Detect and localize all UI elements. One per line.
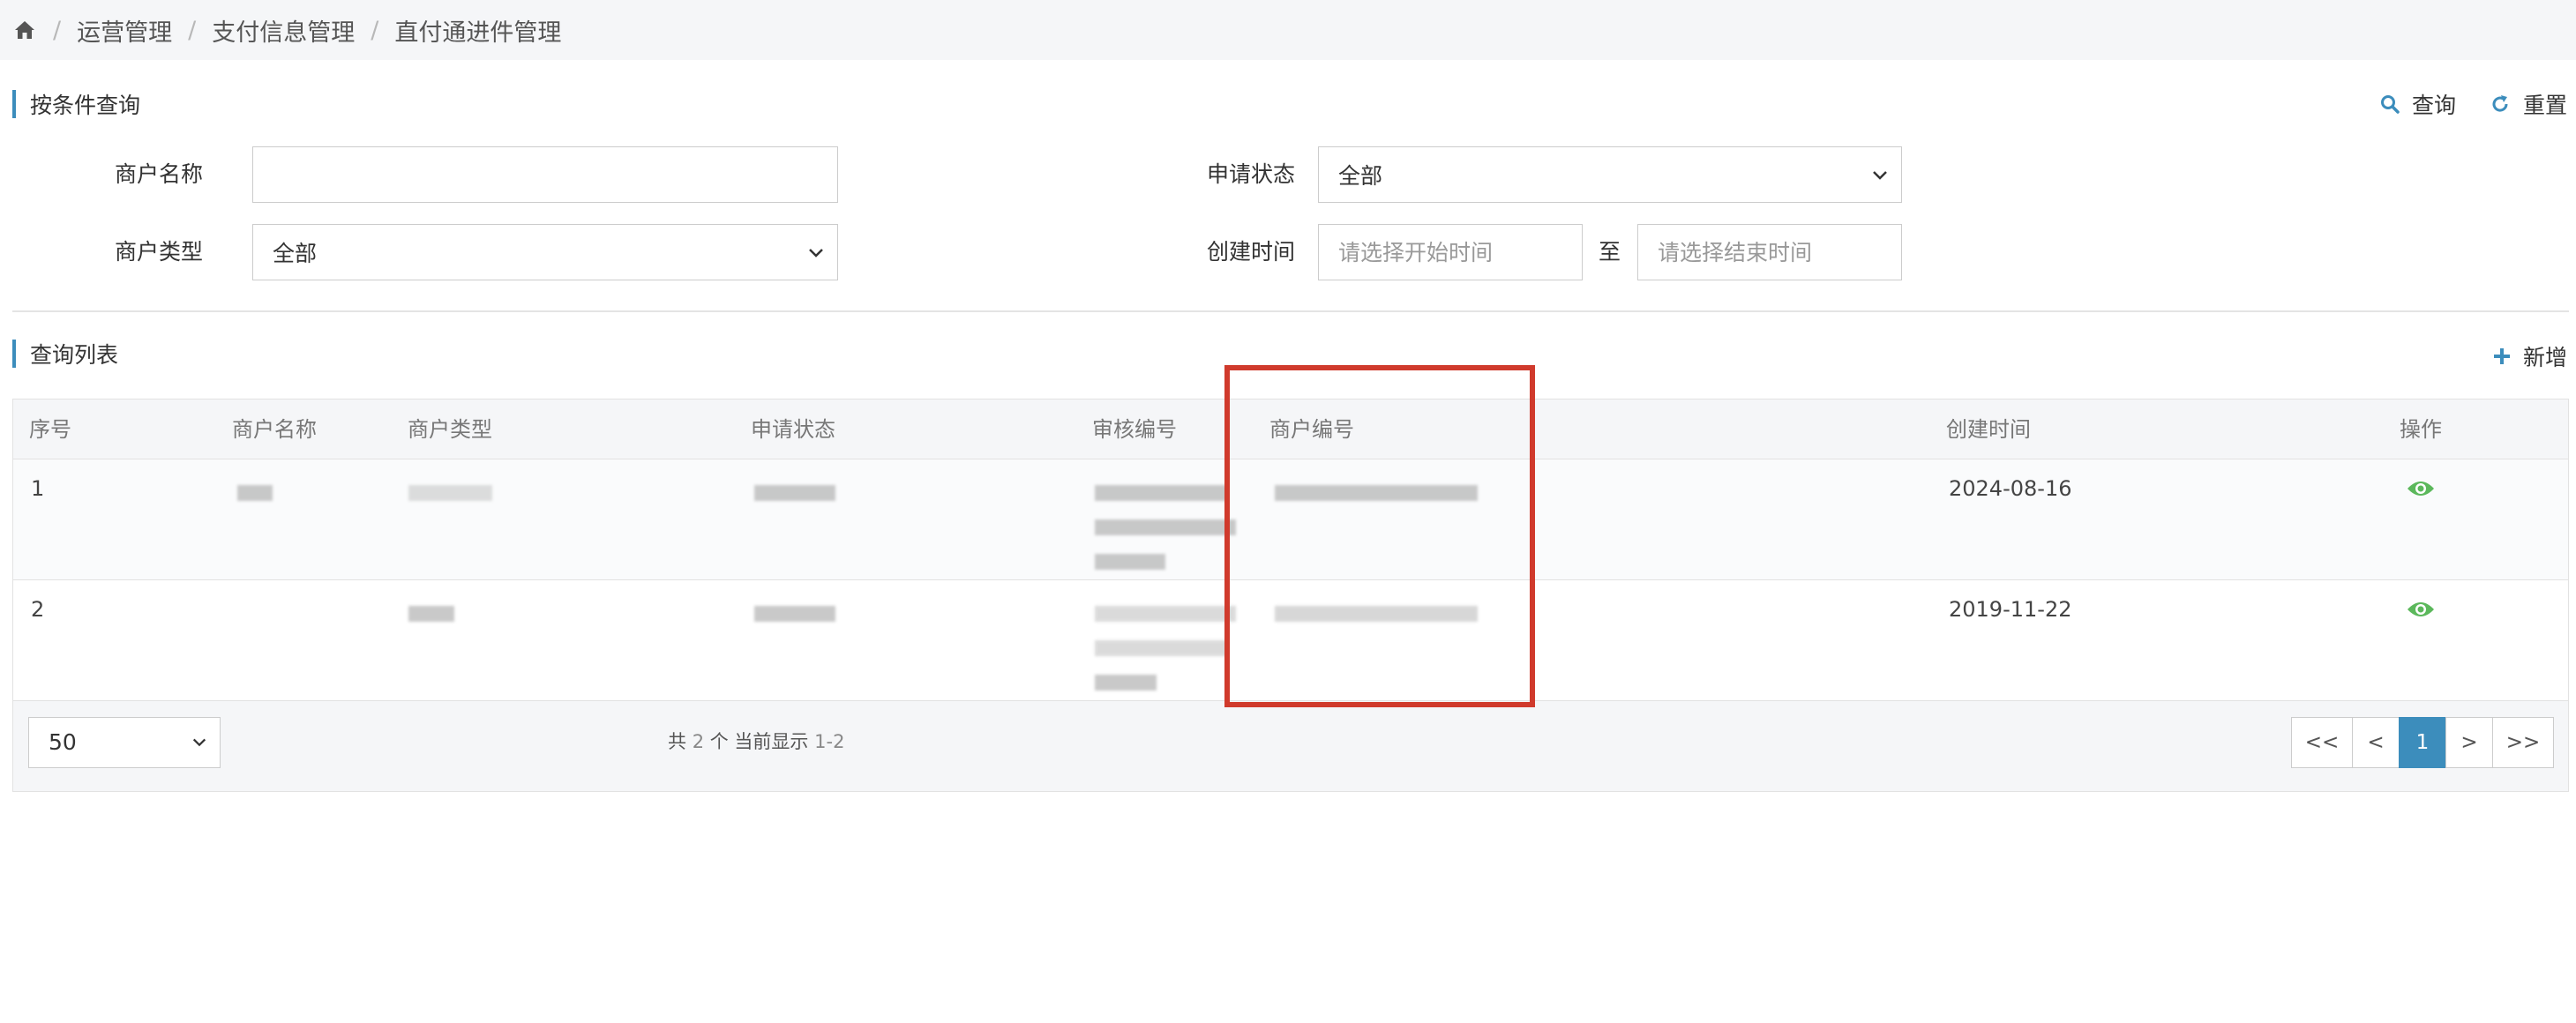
breadcrumb-separator: /	[188, 16, 197, 44]
list-actions: 新增	[2460, 340, 2567, 372]
reset-label: 重置	[2522, 93, 2567, 118]
list-section-title: 查询列表	[30, 342, 119, 368]
end-time-input[interactable]	[1658, 225, 1901, 280]
breadcrumb-separator: /	[53, 16, 62, 44]
plus-icon	[2493, 348, 2510, 364]
cell-merchant-type-redacted	[408, 481, 492, 507]
record-count: 共 2 个 当前显示 1-2	[668, 728, 844, 754]
reset-button[interactable]: 重置	[2490, 88, 2567, 120]
page-first-button[interactable]: <<	[2291, 717, 2353, 768]
merchant-name-label: 商户名称	[115, 161, 204, 187]
count-total: 2	[692, 731, 705, 752]
page-last-button[interactable]: >>	[2492, 717, 2554, 768]
create-time-label: 创建时间	[1207, 239, 1296, 265]
merchant-type-value: 全部	[273, 241, 318, 266]
count-mid: 个 当前显示	[709, 731, 809, 752]
cell-index: 2	[31, 597, 45, 622]
col-merchant-type: 商户类型	[408, 417, 492, 442]
col-action: 操作	[2400, 417, 2442, 442]
breadcrumb-item-current: 直付通进件管理	[394, 19, 562, 47]
merchant-type-label: 商户类型	[115, 239, 204, 265]
chevron-down-icon	[192, 738, 206, 747]
col-apply-status: 申请状态	[751, 417, 835, 442]
chevron-down-icon	[809, 249, 823, 258]
section-divider	[12, 310, 2569, 312]
cell-created: 2019-11-22	[1949, 597, 2072, 622]
search-section-header: 按条件查询	[12, 89, 140, 119]
search-actions: 查询 重置	[2347, 88, 2567, 120]
home-icon[interactable]	[14, 20, 35, 40]
count-prefix: 共	[668, 731, 686, 752]
col-index: 序号	[29, 417, 71, 442]
apply-status-value: 全部	[1338, 163, 1383, 189]
col-audit-no: 审核编号	[1092, 417, 1177, 442]
cell-audit-no-redacted	[1095, 601, 1236, 697]
apply-status-label: 申请状态	[1207, 161, 1296, 187]
breadcrumb: / 运营管理 / 支付信息管理 / 直付通进件管理	[0, 0, 2576, 60]
col-merchant-name: 商户名称	[232, 417, 317, 442]
start-time-field[interactable]	[1318, 224, 1583, 280]
query-button[interactable]: 查询	[2380, 88, 2456, 120]
pagination: << < 1 > >>	[2291, 717, 2554, 768]
eye-icon[interactable]	[2407, 600, 2435, 619]
to-label: 至	[1599, 239, 1621, 265]
add-button[interactable]: 新增	[2493, 340, 2567, 372]
end-time-field[interactable]	[1637, 224, 1902, 280]
section-accent-bar	[12, 90, 16, 118]
annotation-highlight-box	[1224, 365, 1535, 707]
cell-index: 1	[31, 476, 45, 501]
cell-apply-status-redacted	[754, 481, 835, 507]
chevron-down-icon	[1873, 171, 1887, 180]
apply-status-select[interactable]: 全部	[1318, 146, 1902, 203]
cell-audit-no-redacted	[1095, 481, 1236, 576]
refresh-icon	[2492, 95, 2508, 112]
query-label: 查询	[2411, 93, 2456, 118]
list-section-header: 查询列表	[12, 339, 118, 369]
eye-icon[interactable]	[2407, 479, 2435, 498]
page-size-value: 50	[49, 729, 77, 755]
cell-apply-status-redacted	[754, 601, 835, 628]
section-accent-bar	[12, 340, 16, 368]
breadcrumb-item-payment[interactable]: 支付信息管理	[212, 13, 355, 48]
merchant-name-input[interactable]	[273, 147, 837, 202]
search-icon	[2380, 95, 2400, 114]
breadcrumb-separator: /	[371, 16, 379, 44]
page-1-button[interactable]: 1	[2399, 717, 2446, 768]
cell-merchant-name-redacted	[237, 481, 273, 507]
merchant-type-select[interactable]: 全部	[252, 224, 838, 280]
page-size-select[interactable]: 50	[28, 717, 221, 768]
col-created: 创建时间	[1946, 417, 2031, 442]
count-range: 1-2	[814, 731, 845, 752]
cell-created: 2024-08-16	[1949, 476, 2072, 501]
start-time-input[interactable]	[1338, 225, 1582, 280]
breadcrumb-item-ops[interactable]: 运营管理	[77, 13, 172, 48]
page-next-button[interactable]: >	[2445, 717, 2493, 768]
cell-merchant-type-redacted	[408, 601, 454, 628]
page-prev-button[interactable]: <	[2352, 717, 2400, 768]
table-footer: 50 共 2 个 当前显示 1-2 << < 1 > >>	[13, 701, 2568, 791]
merchant-name-field[interactable]	[252, 146, 838, 203]
search-section-title: 按条件查询	[30, 93, 141, 118]
add-label: 新增	[2522, 345, 2567, 370]
